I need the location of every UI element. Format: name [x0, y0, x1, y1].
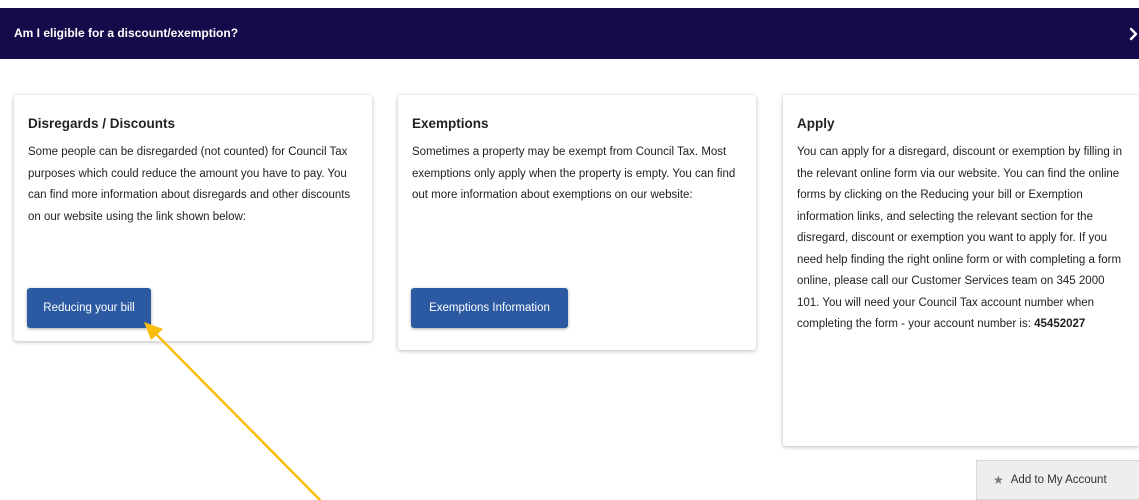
- card-title: Apply: [797, 116, 835, 131]
- card-text: You can apply for a disregard, discount …: [797, 142, 1129, 336]
- account-number: 45452027: [1034, 318, 1086, 330]
- add-to-my-account-button[interactable]: ★ Add to My Account: [976, 460, 1139, 500]
- chevron-right-icon[interactable]: [1129, 27, 1139, 41]
- card-title: Exemptions: [412, 116, 489, 131]
- eligibility-header-bar[interactable]: Am I eligible for a discount/exemption?: [0, 8, 1139, 59]
- card-text: Sometimes a property may be exempt from …: [412, 146, 736, 201]
- eligibility-header-title: Am I eligible for a discount/exemption?: [14, 26, 239, 40]
- card-title: Disregards / Discounts: [28, 116, 176, 131]
- apply-instructions-text: You can apply for a disregard, discount …: [797, 146, 1122, 330]
- disregards-discounts-card: Disregards / Discounts Some people can b…: [14, 95, 372, 341]
- reducing-your-bill-button[interactable]: Reducing your bill: [27, 288, 151, 328]
- exemptions-information-button[interactable]: Exemptions Information: [411, 288, 568, 328]
- exemptions-card: Exemptions Sometimes a property may be e…: [398, 95, 756, 350]
- card-text: Some people can be disregarded (not coun…: [28, 146, 351, 223]
- star-icon: ★: [993, 473, 1004, 487]
- apply-card: Apply You can apply for a disregard, dis…: [783, 95, 1139, 446]
- add-to-my-account-label: Add to My Account: [1010, 474, 1107, 486]
